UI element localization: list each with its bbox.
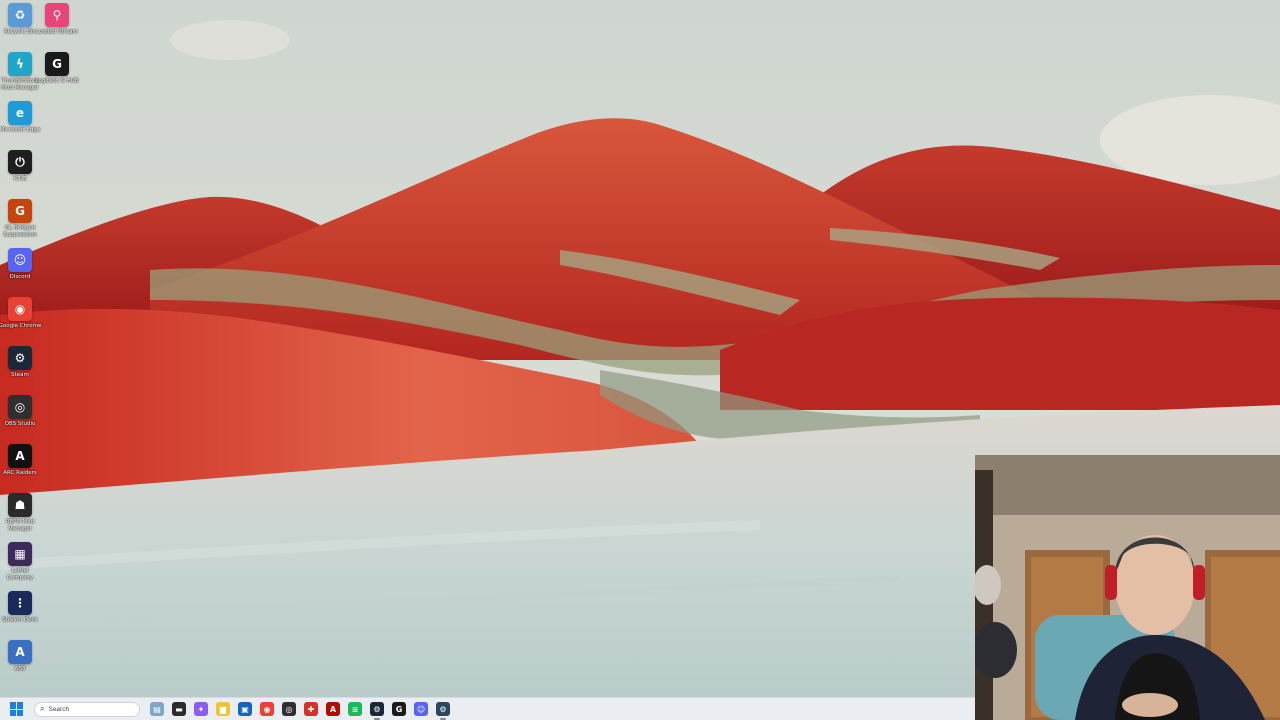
desktop-icon-label: Loaded Stream <box>36 29 78 35</box>
taskbar-pinned-apps: ▤ ▬ ✦ ▆ ▣ ◉ ◎ ✚ A ≋ ⚙ G ☺ ⚙ <box>142 702 450 720</box>
desktop-icon[interactable]: ☗ REPO Mod Manager <box>0 493 40 533</box>
icue-icon: ⏻ <box>8 150 32 174</box>
windows-logo-tile <box>10 709 16 716</box>
copilot-icon: ✦ <box>197 704 205 714</box>
recycle-bin-icon: ♻ <box>8 3 32 27</box>
desktop-icon[interactable]: ⚲ Loaded Stream <box>36 3 78 36</box>
webcam-overlay <box>975 455 1280 720</box>
desktop-icon[interactable]: ▦ Lethal Company <box>0 542 40 582</box>
start-button[interactable] <box>10 702 24 716</box>
edge-icon: e <box>8 101 32 125</box>
desktop-icon[interactable]: ϟ Thunderstore Mod Manager <box>0 52 40 92</box>
logitech-g-icon: G <box>395 704 403 714</box>
thunderstore-icon: ϟ <box>8 52 32 76</box>
desktop-icon-label: Lethal Company <box>6 568 34 581</box>
terminal-icon: ▬ <box>175 704 183 714</box>
desktop-icon-label: OBS Studio <box>4 421 36 427</box>
chrome-icon: ◉ <box>8 297 32 321</box>
taskbar-store[interactable]: ▣ <box>238 702 252 716</box>
taskbar-obs[interactable]: ◎ <box>282 702 296 716</box>
desktop-icon[interactable]: ⚙ Steam <box>0 346 40 379</box>
taskbar-search-box[interactable]: ⌕ Search <box>34 701 140 717</box>
taskbar-discord[interactable]: ☺ <box>414 702 428 716</box>
folder-icon: ▆ <box>219 704 227 714</box>
widgets-icon: ▤ <box>153 704 161 714</box>
taskbar-file-explorer[interactable]: ▆ <box>216 702 230 716</box>
taskbar-racing[interactable]: ✚ <box>304 702 318 716</box>
desktop-icon-label: ARC Raiders <box>3 470 37 476</box>
store-icon: ▣ <box>241 704 249 714</box>
taskbar: ⌕ Search ▤ ▬ ✦ ▆ ▣ ◉ ◎ ✚ A ≋ ⚙ G ☺ ⚙ <box>0 697 975 720</box>
desktop-icon-label: Google Chrome <box>0 323 42 329</box>
taskbar-steam-2[interactable]: ⚙ <box>436 702 450 720</box>
abs-icon: A <box>8 640 32 664</box>
taskbar-adobe[interactable]: A <box>326 702 340 716</box>
steam-icon: ⚙ <box>373 704 381 714</box>
taskbar-chrome[interactable]: ◉ <box>260 702 274 716</box>
desktop-icon[interactable]: G GL Bridged Suppression <box>0 199 40 239</box>
steam-icon: ⚙ <box>439 704 447 714</box>
steam-icon: ⚙ <box>8 346 32 370</box>
repo-icon: ☗ <box>8 493 32 517</box>
desktop-icon-label: GL Bridged Suppression <box>3 225 37 238</box>
obs-icon: ◎ <box>285 704 293 714</box>
gl-bridged-icon: G <box>8 199 32 223</box>
taskbar-logitech[interactable]: G <box>392 702 406 716</box>
discord-icon: ☺ <box>416 704 426 714</box>
red-app-icon: ✚ <box>307 704 315 714</box>
obs-icon: ◎ <box>8 395 32 419</box>
desktop-icon[interactable]: ♻ Recycle Bin <box>0 3 40 36</box>
discord-icon: ☺ <box>8 248 32 272</box>
search-placeholder: Search <box>48 705 70 713</box>
arc-raiders-icon: A <box>8 444 32 468</box>
desktop-icon-label: Microsoft Edge <box>0 127 41 133</box>
desktop-icon-label: Logitech G HUB <box>35 78 79 84</box>
chrome-icon: ◉ <box>263 704 271 714</box>
lethal-icon: ▦ <box>8 542 32 566</box>
desktop-icon-label: ABS <box>14 666 26 672</box>
taskbar-steam[interactable]: ⚙ <box>370 702 384 720</box>
desktop-icon-label: REPO Mod Manager <box>5 519 35 532</box>
desktop-icon[interactable]: ⏻ iCUE <box>0 150 40 183</box>
adobe-icon: A <box>329 704 337 714</box>
taskbar-file-explorer-dark[interactable]: ▬ <box>172 702 186 716</box>
desktop-icon[interactable]: ◉ Google Chrome <box>0 297 42 330</box>
windows-logo-tile <box>17 702 23 709</box>
desktop-icon-label: Steam <box>11 372 29 378</box>
desktop-icon-label: iCUE <box>13 176 27 182</box>
windows-logo-tile <box>17 709 23 716</box>
taskbar-widgets[interactable]: ▤ <box>150 702 164 716</box>
taskbar-copilot[interactable]: ✦ <box>194 702 208 716</box>
desktop-icon[interactable]: G Logitech G HUB <box>35 52 79 85</box>
desktop-icon[interactable]: ☺ Discord <box>0 248 40 281</box>
logitech-g-icon: G <box>45 52 69 76</box>
spotify-icon: ≋ <box>351 704 359 714</box>
desktop-icon-label: Stream Deck <box>2 617 38 623</box>
windows-logo-tile <box>10 702 16 709</box>
desktop-icon-label: Discord <box>9 274 31 280</box>
desktop-icon[interactable]: ⋮ Stream Deck <box>0 591 40 624</box>
desktop-icon[interactable]: e Microsoft Edge <box>0 101 40 134</box>
taskbar-spotify[interactable]: ≋ <box>348 702 362 716</box>
desktop-icon[interactable]: A ARC Raiders <box>0 444 40 477</box>
map-pin-icon: ⚲ <box>45 3 69 27</box>
stream-deck-icon: ⋮ <box>8 591 32 615</box>
desktop-icon[interactable]: A ABS <box>0 640 40 673</box>
desktop-icon[interactable]: ◎ OBS Studio <box>0 395 40 428</box>
search-icon: ⌕ <box>40 704 45 713</box>
